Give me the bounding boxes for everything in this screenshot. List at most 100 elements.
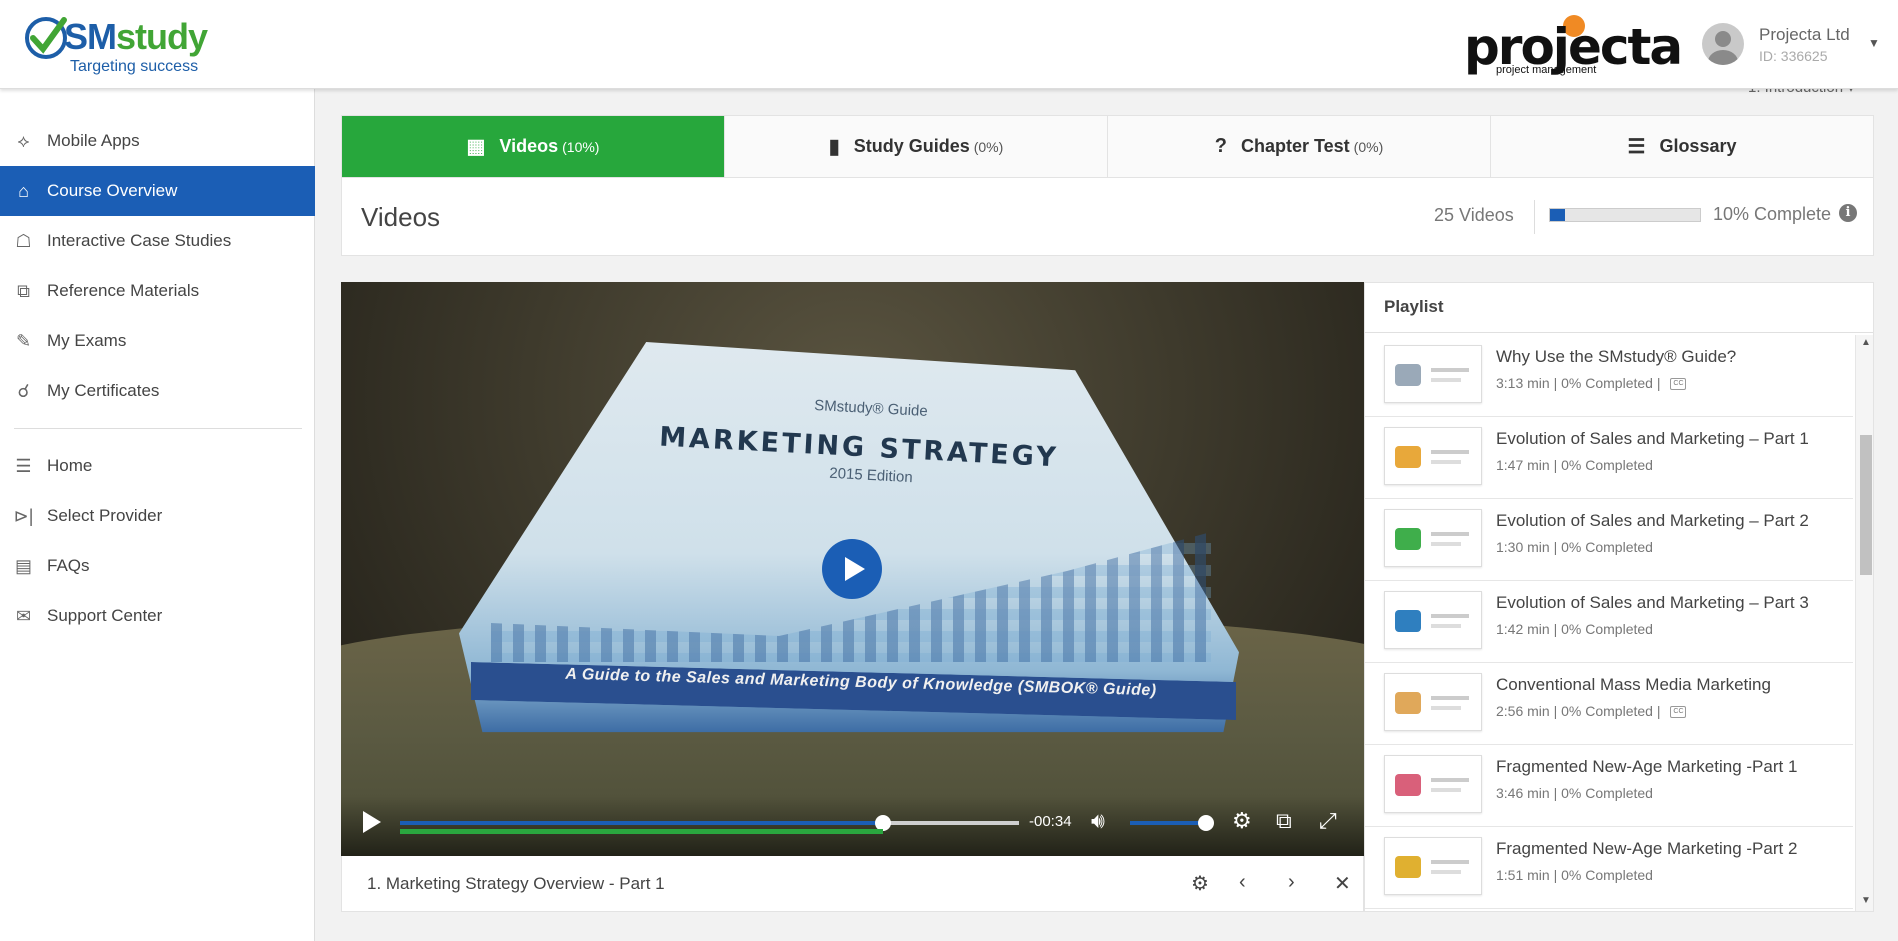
completion-progress-bar — [1549, 208, 1701, 222]
tab-study-guides[interactable]: ▮ Study Guides (0%) — [725, 116, 1108, 177]
video-meta: 1:47 min | 0% Completed — [1496, 457, 1653, 473]
playlist-scrollbar[interactable]: ▲ ▼ — [1855, 335, 1873, 911]
projecta-subtitle: project management — [1496, 64, 1597, 76]
close-icon[interactable]: ✕ — [1334, 871, 1351, 896]
sidebar-item-my-exams[interactable]: ✎ My Exams — [0, 316, 315, 366]
film-icon: ▦ — [466, 136, 486, 158]
sidebar-item-mobile-apps[interactable]: ⟡ Mobile Apps — [0, 116, 315, 166]
tab-videos[interactable]: ▦ Videos (10%) — [342, 116, 725, 177]
list-item[interactable]: Evolution of Sales and Marketing – Part … — [1365, 417, 1853, 499]
sidebar-item-label: Select Provider — [47, 506, 163, 525]
playlist-title: Playlist — [1384, 297, 1444, 316]
play-button[interactable] — [363, 811, 381, 833]
tab-label: Videos — [499, 136, 559, 156]
video-player[interactable]: SMstudy® Guide MARKETING STRATEGY 2015 E… — [341, 282, 1364, 856]
videos-count: 25 Videos — [1434, 205, 1514, 225]
chevron-down-icon[interactable]: ▼ — [1868, 36, 1880, 50]
projecta-logo: projecta project management — [1460, 12, 1683, 78]
sidebar-item-home[interactable]: ☰ Home — [0, 441, 315, 491]
tab-percent: (0%) — [1353, 138, 1384, 155]
sidebar-item-label: Reference Materials — [47, 281, 200, 300]
sidebar-item-reference-materials[interactable]: ⧉ Reference Materials — [0, 266, 315, 316]
user-name[interactable]: Projecta Ltd — [1759, 25, 1850, 45]
video-meta: 3:46 min | 0% Completed — [1496, 785, 1653, 801]
completion-label: 10% Complete — [1713, 204, 1832, 224]
list-item[interactable]: Why Use the SMstudy® Guide? 3:13 min | 0… — [1365, 335, 1853, 417]
video-title: Fragmented New-Age Marketing -Part 2 — [1496, 839, 1798, 858]
list-item[interactable]: Evolution of Sales and Marketing – Part … — [1365, 499, 1853, 581]
sidebar: ⟡ Mobile Apps ⌂ Course Overview ☖ Intera… — [0, 89, 315, 941]
sidebar-item-label: Interactive Case Studies — [47, 231, 232, 250]
gear-icon[interactable]: ⚙ — [1191, 871, 1209, 896]
copy-icon: ⧉ — [17, 280, 30, 301]
video-thumbnail — [1384, 673, 1482, 731]
page-title: Videos — [361, 202, 441, 232]
info-icon[interactable]: i — [1839, 204, 1857, 222]
video-title: Evolution of Sales and Marketing – Part … — [1496, 511, 1809, 530]
top-header: SMstudy Targeting success projecta proje… — [0, 0, 1898, 89]
fullscreen-icon[interactable]: ⤢ — [1319, 808, 1337, 834]
video-thumbnail — [1384, 509, 1482, 567]
player-footer: 1. Marketing Strategy Overview - Part 1 … — [341, 856, 1364, 912]
scroll-down-icon[interactable]: ▼ — [1861, 895, 1871, 906]
sidebar-item-label: Home — [47, 456, 93, 475]
smstudy-wordmark: SMstudy — [64, 16, 208, 57]
sidebar-item-interactive-case-studies[interactable]: ☖ Interactive Case Studies — [0, 216, 315, 266]
video-thumbnail — [1384, 837, 1482, 895]
scroll-up-icon[interactable]: ▲ — [1861, 337, 1871, 348]
tab-chapter-test[interactable]: ? Chapter Test (0%) — [1108, 116, 1491, 177]
video-meta: 2:56 min | 0% Completed | CC — [1496, 703, 1687, 719]
tab-glossary[interactable]: ☰ Glossary — [1491, 116, 1873, 177]
sidebar-item-my-certificates[interactable]: ☌ My Certificates — [0, 366, 315, 416]
video-meta: 3:13 min | 0% Completed | CC — [1496, 375, 1687, 391]
video-thumbnail — [1384, 755, 1482, 813]
play-icon — [845, 557, 865, 581]
list-item[interactable]: Fragmented New-Age Marketing -Part 2 1:5… — [1365, 827, 1853, 909]
mobile-apps-icon: ⟡ — [17, 130, 30, 151]
video-meta: 1:51 min | 0% Completed — [1496, 867, 1653, 883]
video-meta: 1:30 min | 0% Completed — [1496, 539, 1653, 555]
tab-label: Study Guides — [853, 136, 970, 156]
time-remaining: -00:34 — [1029, 813, 1072, 830]
playlist-list: Why Use the SMstudy® Guide? 3:13 min | 0… — [1365, 335, 1853, 911]
sidebar-item-label: My Exams — [47, 331, 127, 350]
provider-icon: ⊳| — [13, 505, 34, 526]
sidebar-item-label: FAQs — [47, 556, 90, 575]
sidebar-item-support-center[interactable]: ✉ Support Center — [0, 591, 315, 641]
seek-bar[interactable] — [400, 815, 1019, 831]
list-item[interactable]: Evolution of Sales and Marketing – Part … — [1365, 581, 1853, 663]
chevron-right-icon[interactable]: › — [1288, 871, 1295, 894]
edit-icon: ✎ — [15, 330, 32, 351]
smstudy-logo[interactable]: SMstudy Targeting success — [24, 12, 224, 78]
scrollbar-thumb[interactable] — [1860, 435, 1872, 575]
sidebar-item-course-overview[interactable]: ⌂ Course Overview — [0, 166, 315, 216]
list-item[interactable]: Conventional Mass Media Marketing 2:56 m… — [1365, 663, 1853, 745]
case-study-icon: ☖ — [15, 230, 32, 251]
smstudy-tagline: Targeting success — [70, 58, 199, 75]
sidebar-item-label: My Certificates — [47, 381, 160, 400]
popout-icon[interactable]: ⧉ — [1276, 808, 1292, 834]
sidebar-item-faqs[interactable]: ▤ FAQs — [0, 541, 315, 591]
completion-progress-fill — [1550, 209, 1565, 221]
video-title: Conventional Mass Media Marketing — [1496, 675, 1771, 694]
sidebar-divider — [14, 428, 302, 429]
list-item[interactable]: Fragmented New-Age Marketing -Part 1 3:4… — [1365, 745, 1853, 827]
videos-summary-bar: Videos 25 Videos 10% Complete i — [341, 178, 1874, 256]
settings-gear-icon[interactable]: ⚙ — [1232, 808, 1252, 834]
sidebar-item-label: Mobile Apps — [47, 131, 140, 150]
playlist-header: Playlist — [1365, 283, 1873, 333]
volume-icon[interactable]: 🔊︎ — [1091, 808, 1105, 834]
video-title: Evolution of Sales and Marketing – Part … — [1496, 593, 1809, 612]
sidebar-item-select-provider[interactable]: ⊳| Select Provider — [0, 491, 315, 541]
big-play-button[interactable] — [822, 539, 882, 599]
list-icon: ☰ — [15, 455, 32, 476]
volume-slider-handle[interactable] — [1198, 815, 1214, 831]
home-icon: ⌂ — [18, 180, 29, 201]
avatar[interactable] — [1702, 23, 1744, 65]
video-title: Why Use the SMstudy® Guide? — [1496, 347, 1737, 366]
video-title: Fragmented New-Age Marketing -Part 1 — [1496, 757, 1798, 776]
tab-percent: (10%) — [562, 138, 600, 155]
tab-label: Glossary — [1659, 136, 1737, 156]
chevron-left-icon[interactable]: ‹ — [1239, 871, 1246, 894]
sidebar-item-label: Course Overview — [47, 181, 178, 200]
